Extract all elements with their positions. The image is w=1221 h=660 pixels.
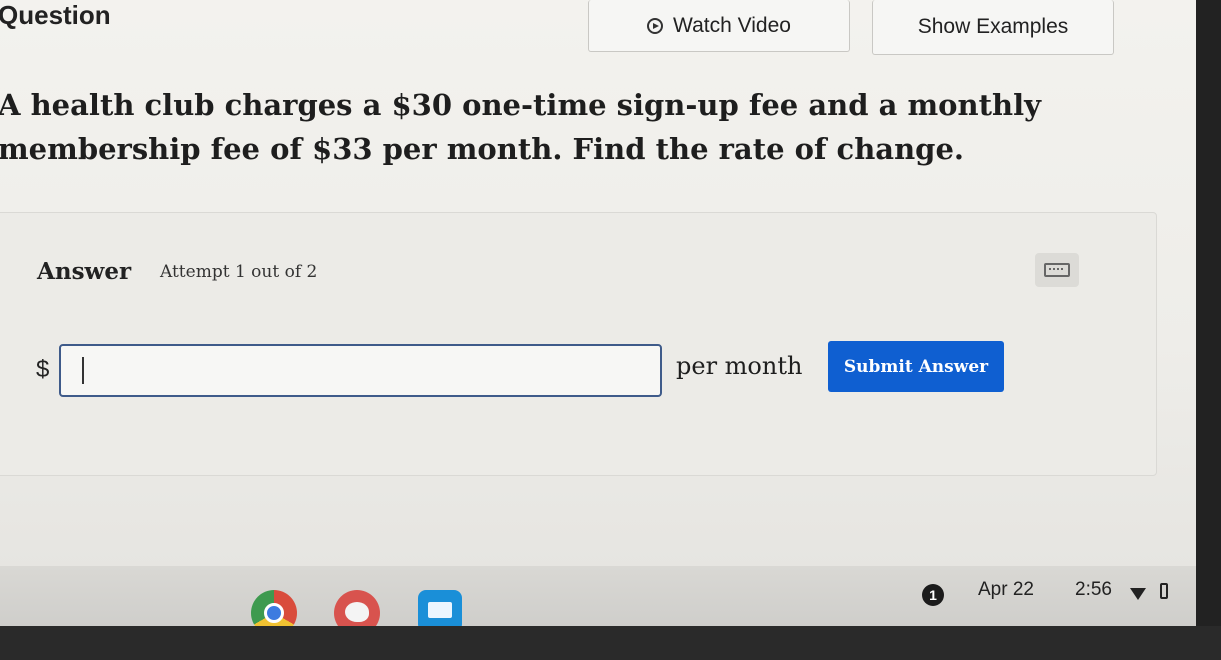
notification-badge[interactable]: 1	[922, 584, 944, 606]
question-text: A health club charges a $30 one-time sig…	[0, 88, 1041, 166]
tray-time[interactable]: 2:56	[1075, 579, 1112, 601]
play-circle-icon	[647, 17, 664, 34]
screen: Question Watch Video Show Examples A hea…	[0, 0, 1196, 626]
show-examples-button[interactable]: Show Examples	[872, 0, 1114, 55]
show-examples-label: Show Examples	[917, 15, 1069, 38]
wifi-icon[interactable]	[1130, 588, 1146, 600]
tray-date[interactable]: Apr 22	[978, 579, 1034, 601]
text-caret	[82, 357, 84, 384]
answer-input[interactable]	[59, 344, 662, 397]
attempt-counter: Attempt 1 out of 2	[160, 262, 318, 282]
dollar-prefix: $	[36, 356, 50, 383]
unit-label: per month	[676, 352, 803, 380]
submit-answer-button[interactable]: Submit Answer	[828, 341, 1004, 392]
question-heading: Question	[0, 0, 111, 30]
watch-video-button[interactable]: Watch Video	[588, 0, 850, 52]
battery-icon[interactable]	[1160, 583, 1168, 599]
answer-label: Answer	[37, 258, 132, 285]
screen-bezel-bottom	[0, 626, 1221, 660]
keyboard-icon[interactable]	[1035, 253, 1079, 287]
watch-video-label: Watch Video	[673, 13, 791, 37]
keyboard-glyph	[1044, 263, 1070, 277]
screen-bezel-right	[1196, 0, 1221, 660]
